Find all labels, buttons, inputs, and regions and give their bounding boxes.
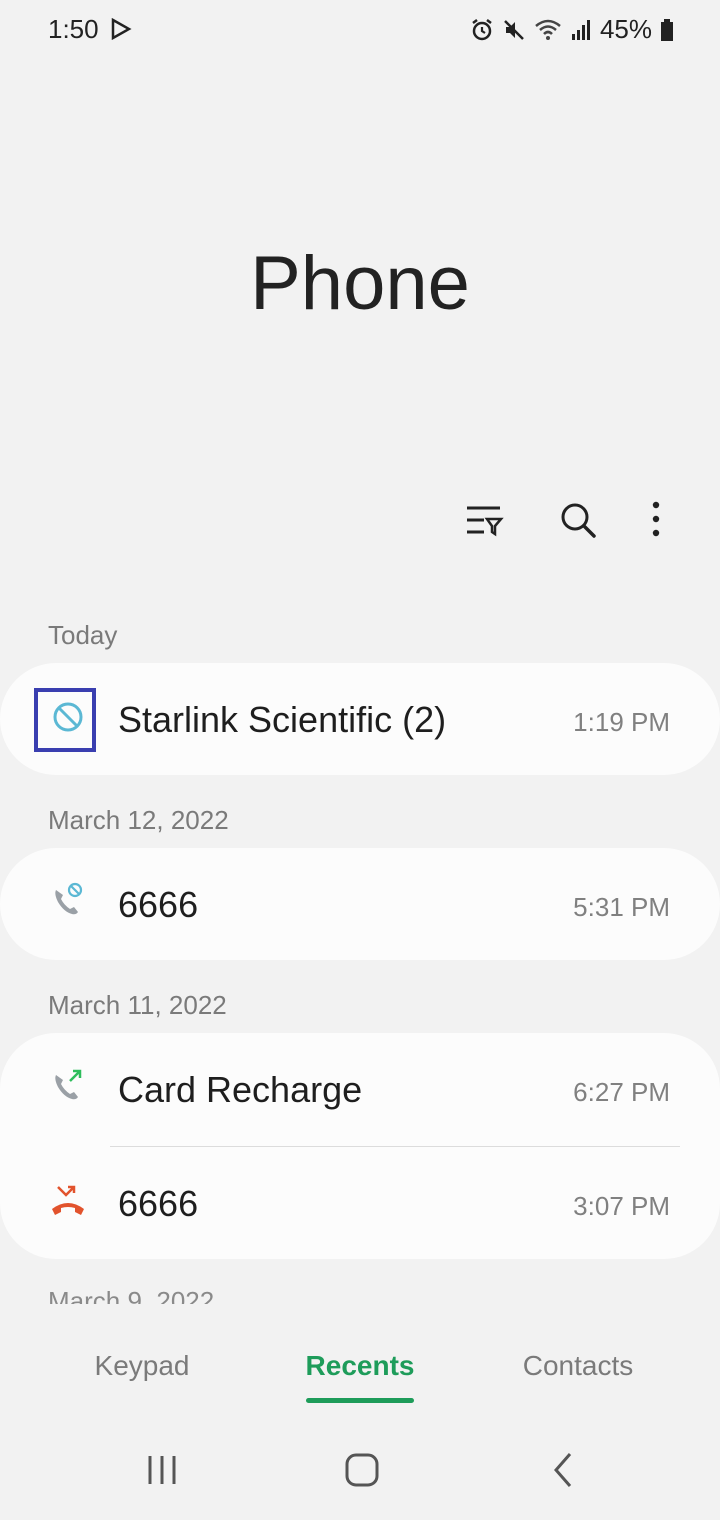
phone-screen: 1:50 45% Phone Today Starlink Scientific… bbox=[0, 0, 720, 1520]
caller-name: 6666 bbox=[118, 884, 199, 925]
tab-contacts[interactable]: Contacts bbox=[512, 1350, 644, 1382]
missed-call-icon bbox=[52, 1185, 84, 1215]
wifi-icon bbox=[535, 19, 561, 40]
search-icon[interactable] bbox=[556, 498, 600, 542]
blocked-icon bbox=[53, 702, 83, 732]
tab-recents[interactable]: Recents bbox=[300, 1350, 420, 1403]
call-time: 3:07 PM bbox=[573, 1191, 670, 1221]
call-row[interactable]: Starlink Scientific (2) 1:19 PM bbox=[0, 663, 720, 775]
recent-apps-icon[interactable] bbox=[140, 1448, 184, 1492]
back-icon[interactable] bbox=[542, 1448, 586, 1492]
system-nav-bar bbox=[0, 1430, 720, 1520]
call-time: 5:31 PM bbox=[573, 892, 670, 922]
call-time: 6:27 PM bbox=[573, 1077, 670, 1107]
battery-icon bbox=[661, 18, 673, 41]
call-row[interactable]: Card Recharge 6:27 PM bbox=[0, 1033, 720, 1145]
blocked-call-icon bbox=[55, 882, 83, 915]
signal-icon bbox=[571, 19, 590, 40]
call-group-today: Starlink Scientific (2) 1:19 PM bbox=[0, 663, 720, 775]
status-icons: 45% bbox=[470, 14, 674, 45]
call-group-march-11: Card Recharge 6:27 PM 6666 3:07 PM bbox=[0, 1033, 720, 1259]
caller-name: Card Recharge bbox=[118, 1069, 363, 1110]
alarm-icon bbox=[472, 18, 492, 40]
page-title: Phone bbox=[250, 241, 470, 326]
mute-icon bbox=[504, 19, 524, 40]
status-bar: 1:50 45% bbox=[0, 0, 720, 60]
play-store-icon bbox=[111, 18, 132, 40]
section-header-march-11: March 11, 2022 bbox=[48, 990, 227, 1020]
call-row[interactable]: 6666 3:07 PM bbox=[0, 1147, 720, 1259]
outgoing-call-icon bbox=[55, 1069, 82, 1100]
call-row[interactable]: 6666 5:31 PM bbox=[0, 848, 720, 960]
active-tab-indicator bbox=[306, 1398, 414, 1403]
section-header-today: Today bbox=[48, 620, 118, 650]
caller-name: Starlink Scientific (2) bbox=[118, 699, 447, 740]
battery-percent: 45% bbox=[599, 14, 652, 44]
tab-keypad[interactable]: Keypad bbox=[92, 1350, 192, 1382]
home-icon[interactable] bbox=[340, 1448, 384, 1492]
status-time: 1:50 bbox=[48, 14, 99, 44]
more-options-icon[interactable] bbox=[634, 498, 678, 542]
bottom-tabs: Keypad Recents Contacts bbox=[0, 1340, 720, 1410]
call-group-march-12: 6666 5:31 PM bbox=[0, 848, 720, 960]
section-header-march-9: March 9, 2022 bbox=[48, 1290, 214, 1304]
caller-name: 6666 bbox=[118, 1183, 199, 1224]
section-header-march-12: March 12, 2022 bbox=[48, 805, 229, 835]
filter-icon[interactable] bbox=[462, 498, 506, 542]
call-time: 1:19 PM bbox=[573, 707, 670, 737]
